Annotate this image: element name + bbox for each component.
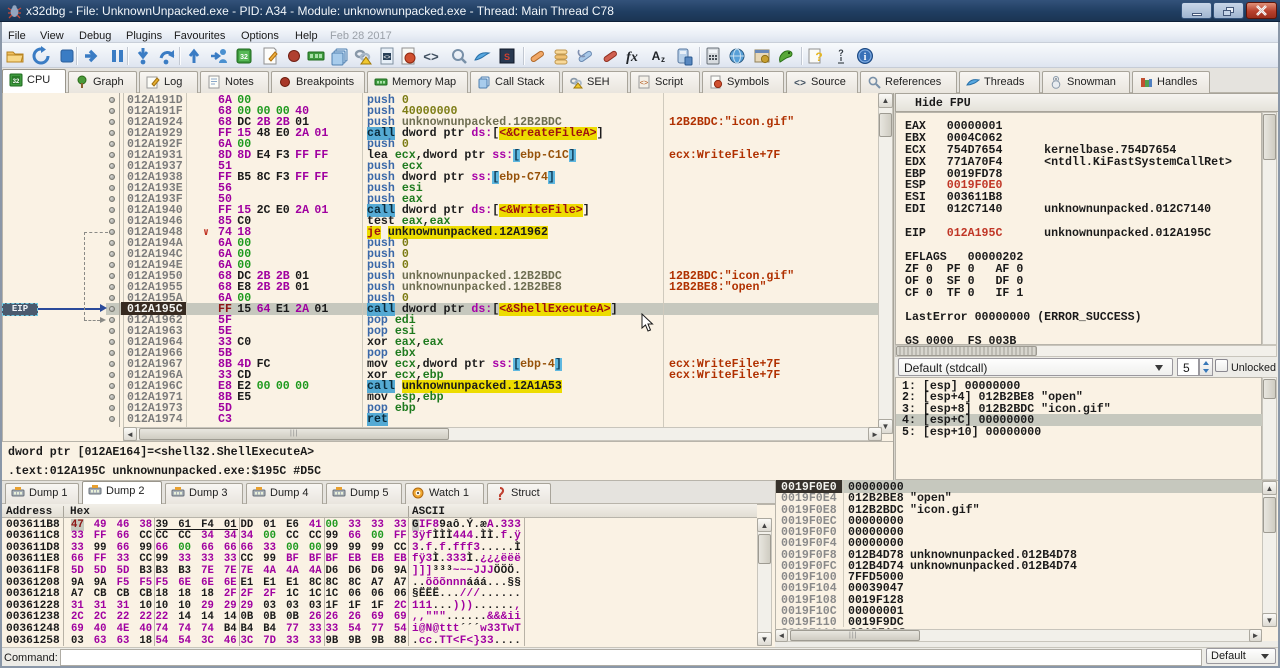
svg-text:?: ? — [815, 50, 822, 64]
svg-text:<>: <> — [423, 50, 439, 65]
svg-text:S: S — [504, 52, 510, 62]
svg-text:A: A — [652, 49, 661, 63]
svg-text:<>: <> — [383, 54, 391, 61]
svg-text:32: 32 — [13, 79, 20, 85]
svg-text:32: 32 — [240, 54, 248, 61]
svg-text:z: z — [661, 55, 665, 64]
svg-text:fx: fx — [626, 50, 638, 65]
svg-text:?: ? — [838, 48, 844, 58]
svg-text:<>: <> — [640, 80, 648, 88]
svg-text:<>: <> — [794, 79, 806, 89]
svg-text:i: i — [864, 52, 867, 63]
